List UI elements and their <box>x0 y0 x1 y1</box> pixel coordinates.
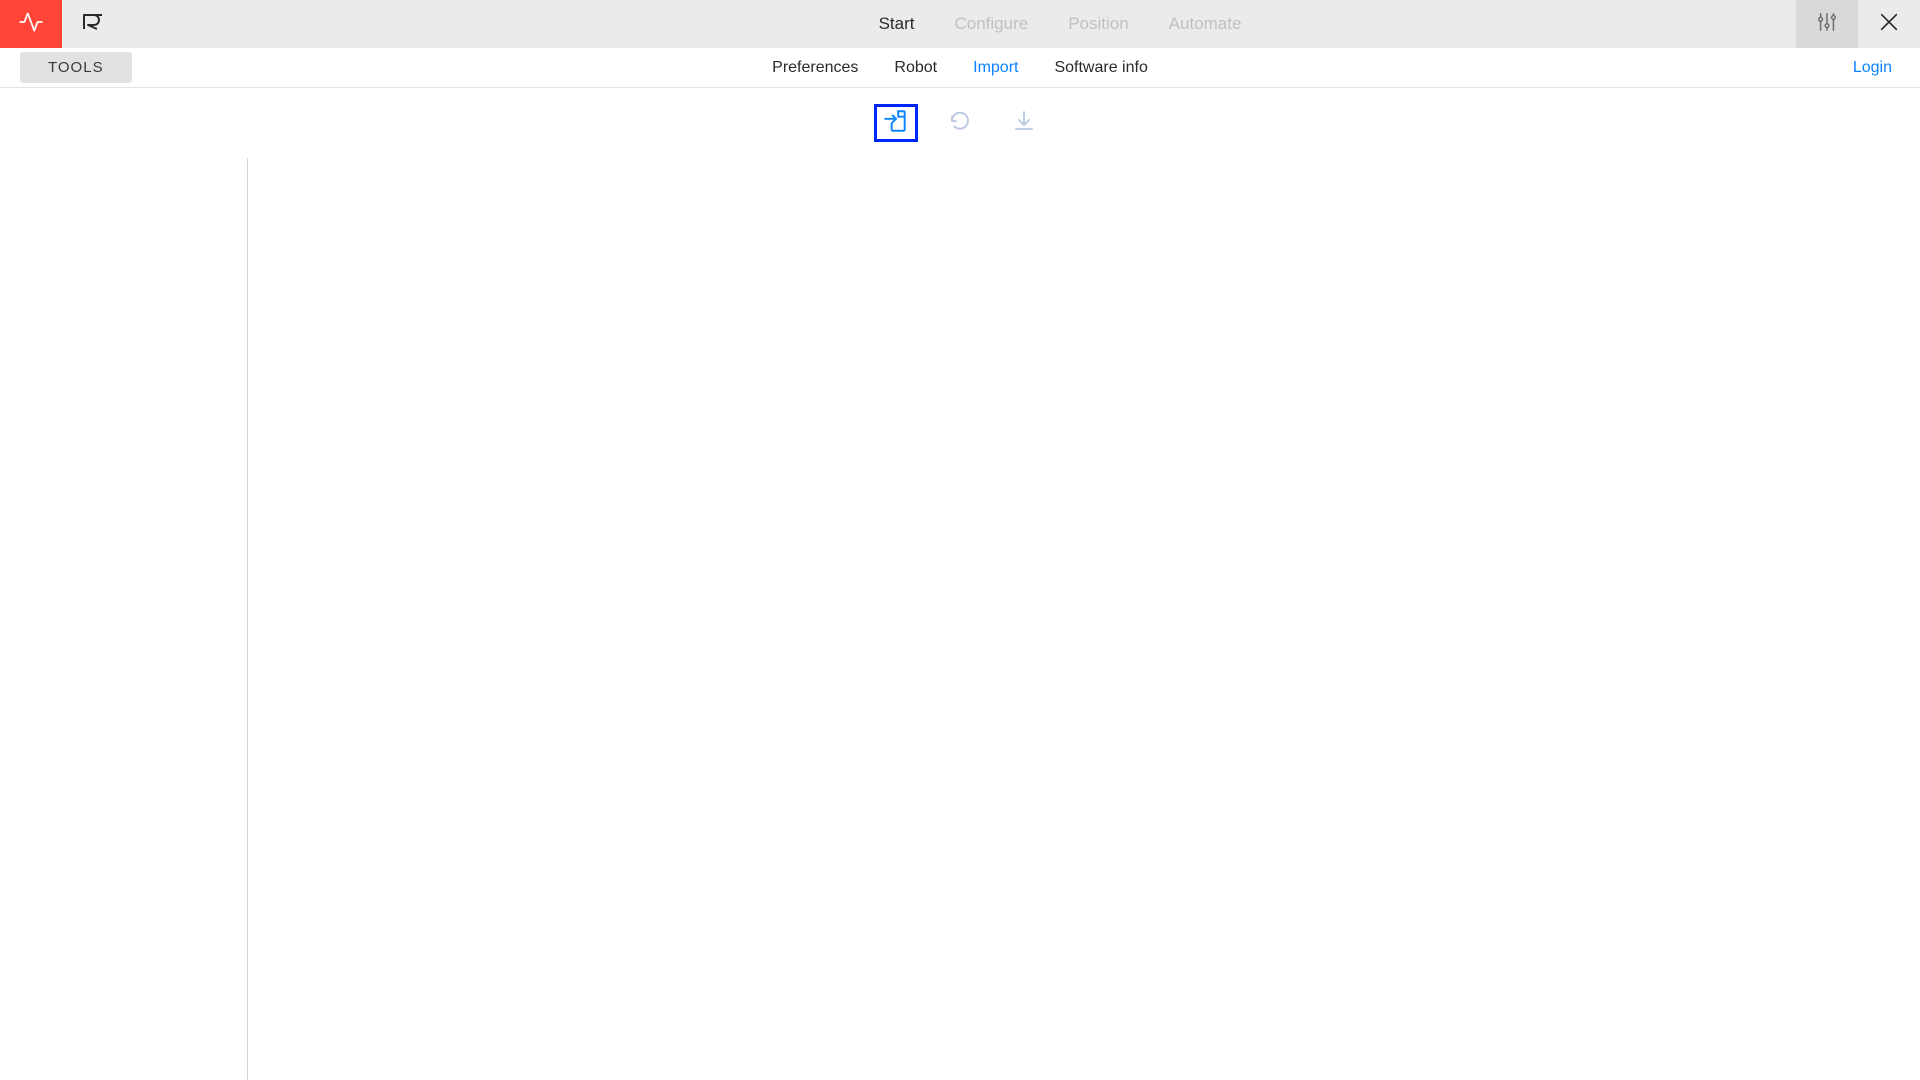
import-file-button[interactable] <box>874 104 918 142</box>
power-button[interactable] <box>0 0 62 48</box>
settings-button[interactable] <box>1796 0 1858 48</box>
download-button[interactable] <box>1002 104 1046 142</box>
top-toolbar: Start Configure Position Automate <box>0 0 1920 48</box>
close-icon <box>1878 11 1900 38</box>
activity-icon <box>18 9 44 40</box>
tools-chip[interactable]: TOOLS <box>20 52 132 83</box>
subnav-import[interactable]: Import <box>973 59 1018 77</box>
topnav-configure[interactable]: Configure <box>954 14 1028 34</box>
sub-nav: Preferences Robot Import Software info <box>772 59 1148 77</box>
side-panel <box>0 158 248 1080</box>
topnav-position[interactable]: Position <box>1068 14 1128 34</box>
close-button[interactable] <box>1858 0 1920 48</box>
main-area <box>0 158 1920 1080</box>
subnav-preferences[interactable]: Preferences <box>772 59 858 77</box>
login-link[interactable]: Login <box>1853 59 1892 77</box>
download-icon <box>1012 109 1036 138</box>
sliders-icon <box>1816 11 1838 38</box>
import-action-row <box>0 88 1920 158</box>
topnav-start[interactable]: Start <box>879 14 915 34</box>
top-nav: Start Configure Position Automate <box>400 0 1720 48</box>
refresh-icon <box>948 109 972 138</box>
app-logo-icon <box>81 12 105 37</box>
viewport[interactable] <box>248 158 1920 1080</box>
import-file-icon <box>883 108 909 139</box>
subnav-software-info[interactable]: Software info <box>1054 59 1147 77</box>
sub-toolbar: TOOLS Preferences Robot Import Software … <box>0 48 1920 88</box>
topnav-automate[interactable]: Automate <box>1169 14 1242 34</box>
subnav-robot[interactable]: Robot <box>894 59 937 77</box>
refresh-button[interactable] <box>938 104 982 142</box>
app-logo-button[interactable] <box>62 0 124 48</box>
